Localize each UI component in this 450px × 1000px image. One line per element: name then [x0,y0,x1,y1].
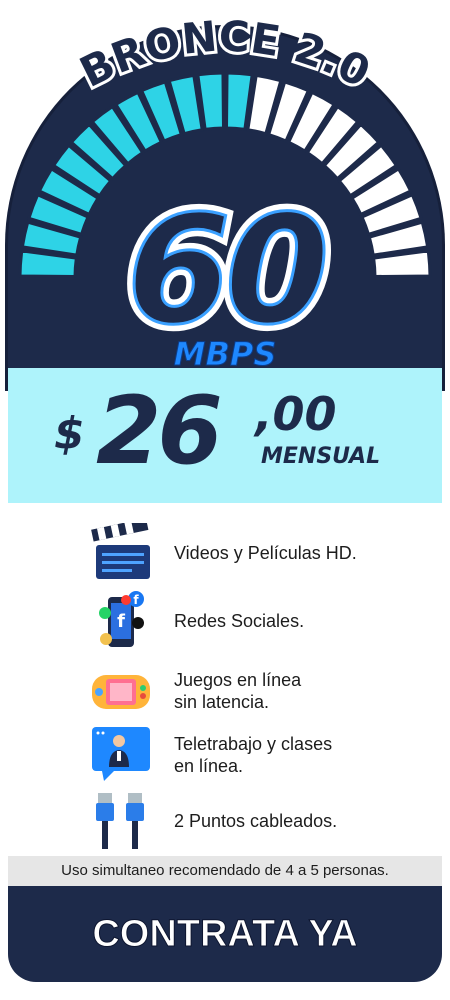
feature-label: Juegos en línea sin latencia. [174,670,302,712]
feature-item: Teletrabajo y clases en línea. [88,725,418,785]
speed-unit: MBPS [173,335,277,373]
feature-label: Teletrabajo y clases en línea. [174,734,333,776]
feature-item: Videos y Películas HD. [88,523,418,583]
price-band: $ 26 ,00 MENSUAL [8,368,442,503]
plan-card: BRONCE 2.0 60 60 MBPS $ 26 ,00 MENSUAL V… [8,8,442,982]
price-decimals: ,00 [255,387,337,441]
svg-text:f: f [117,611,125,632]
plan-name: BRONCE 2.0 [69,9,381,100]
features-list: Videos y Películas HD. f f Redes Sociale… [8,503,442,855]
svg-text:BRONCE 2.0: BRONCE 2.0 [72,12,378,97]
feature-label: 2 Puntos cableados. [174,811,338,831]
plan-name-arc: BRONCE 2.0 [69,9,381,100]
clapperboard-icon [91,523,150,579]
price-period: MENSUAL [261,444,381,469]
feature-label: Redes Sociales. [174,611,305,631]
usage-note: Uso simultaneo recomendado de 4 a 5 pers… [8,856,442,886]
svg-text:f: f [133,593,139,607]
price-currency: $ [54,408,85,459]
speed-value-outline: 60 [125,184,331,358]
contract-button[interactable]: CONTRATA YA [8,886,442,982]
social-media-phone-icon: f f [99,591,144,647]
feature-item: Juegos en línea sin latencia. [88,661,418,721]
ethernet-cable-icon [96,793,144,849]
video-call-icon [92,727,150,781]
feature-item: 2 Puntos cableados. [88,791,418,851]
game-console-icon [92,675,150,709]
feature-label: Videos y Películas HD. [174,543,357,563]
price-integer: 26 [96,377,223,486]
contract-button-label: CONTRATA YA [92,912,358,955]
feature-item: f f Redes Sociales. [88,591,418,651]
